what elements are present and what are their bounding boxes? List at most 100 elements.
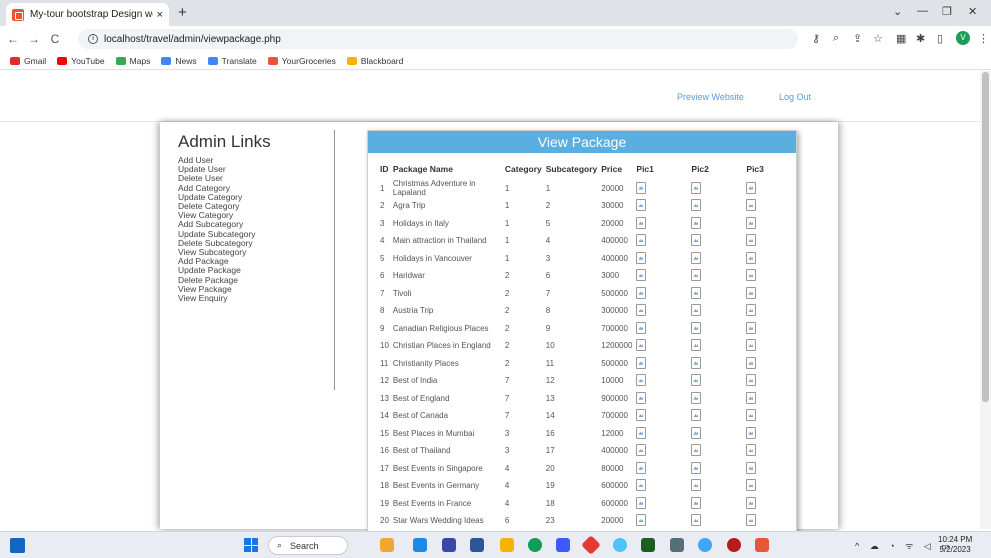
sidebar-link-view-enquiry[interactable]: View Enquiry <box>178 293 328 303</box>
cell-pic1 <box>634 442 689 460</box>
cell-pic2 <box>689 232 744 250</box>
cell-subcategory: 6 <box>545 271 551 281</box>
back-arrow-icon[interactable]: ← <box>5 32 21 46</box>
column-header-subcategory: Subcategory <box>545 164 598 174</box>
cell-price: 500000 <box>601 288 628 298</box>
bookmark-news[interactable]: News <box>161 56 197 66</box>
close-window-icon[interactable]: ✕ <box>968 5 977 18</box>
column-header-pic1: Pic1 <box>636 164 654 174</box>
bookmark-star-icon[interactable]: ☆ <box>873 32 883 45</box>
site-info-icon[interactable]: i <box>88 34 98 44</box>
menu-kebab-icon[interactable]: ⋮ <box>978 32 989 45</box>
app-icon-4[interactable] <box>613 538 627 552</box>
reload-icon[interactable]: C <box>47 32 63 46</box>
cell-pic3 <box>744 442 789 460</box>
app-icon-3[interactable] <box>442 538 456 552</box>
cell-pic2 <box>689 495 744 513</box>
broken-image-icon <box>691 269 702 282</box>
app-icon-red[interactable] <box>581 535 601 555</box>
app-icon-5[interactable] <box>641 538 655 552</box>
broken-image-icon <box>691 339 702 352</box>
bookmark-translate[interactable]: Translate <box>207 56 257 66</box>
preview-website-link[interactable]: Preview Website <box>677 92 744 102</box>
cell-pic2 <box>689 407 744 425</box>
word-icon[interactable] <box>470 538 484 552</box>
widgets-icon[interactable] <box>10 538 25 553</box>
cell-package-name: Haridwar <box>392 271 425 281</box>
forward-arrow-icon[interactable]: → <box>26 32 42 46</box>
logout-link[interactable]: Log Out <box>779 92 811 102</box>
taskbar-clock[interactable]: 10:24 PM 5/2/2023 <box>938 535 972 555</box>
windows-start-icon[interactable] <box>244 538 258 552</box>
bookmark-yourgroceries[interactable]: YourGroceries <box>267 56 336 66</box>
cell-pic3 <box>744 179 789 197</box>
cell-id: 3 <box>380 218 385 228</box>
tab-list-chevron-icon[interactable]: ⌄ <box>893 5 902 18</box>
share-icon[interactable]: ⇪ <box>853 32 862 45</box>
browser-toolbar: ← → C i localhost/travel/admin/viewpacka… <box>0 26 991 52</box>
app-icon-6[interactable] <box>670 538 684 552</box>
maps-icon <box>115 56 126 65</box>
restore-icon[interactable]: ❐ <box>942 5 952 18</box>
app-icon-1[interactable] <box>380 538 394 552</box>
minimize-icon[interactable]: — <box>917 5 928 17</box>
app-icon-2[interactable] <box>413 538 427 552</box>
cell-id: 2 <box>380 201 385 211</box>
side-panel-icon[interactable]: ▯ <box>937 32 943 45</box>
broken-image-icon <box>636 251 647 264</box>
gmail-icon <box>10 56 20 65</box>
tab-close-icon[interactable]: × <box>157 9 163 21</box>
cell-pic2 <box>689 197 744 215</box>
cell-pic3 <box>744 460 789 478</box>
broken-image-icon <box>746 391 757 404</box>
table-header-row: ID Package Name Category Subcategory Price Pi… <box>378 159 789 179</box>
store-icon[interactable] <box>556 538 570 552</box>
key-icon[interactable]: ⚷ <box>812 32 820 45</box>
cell-pic3 <box>744 285 789 303</box>
column-header-id: ID <box>380 164 389 174</box>
search-icon: ⌕ <box>277 540 283 550</box>
extension-icon[interactable]: ▦ <box>896 32 906 45</box>
cell-pic3 <box>744 250 789 268</box>
puzzle-icon[interactable]: ✱ <box>916 32 925 45</box>
new-tab-button[interactable]: + <box>178 4 187 21</box>
youtube-icon <box>57 56 68 65</box>
cell-pic1 <box>634 232 689 250</box>
broken-image-icon <box>691 304 702 317</box>
bookmark-maps[interactable]: Maps <box>115 56 150 66</box>
bookmark-blackboard[interactable]: Blackboard <box>346 56 403 66</box>
chrome-icon[interactable] <box>698 538 712 552</box>
view-package-panel: View Package ID Package Name Category Subca… <box>367 130 797 540</box>
broken-image-icon <box>746 374 757 387</box>
address-bar[interactable]: i localhost/travel/admin/viewpackage.php <box>78 29 798 49</box>
edge-icon[interactable] <box>528 538 542 552</box>
cell-category: 4 <box>504 463 510 473</box>
bookmark-gmail[interactable]: Gmail <box>10 56 46 66</box>
app-icon-7[interactable] <box>727 538 741 552</box>
table-row: 20 Star Wars Wedding Ideas 6 23 20000 <box>378 512 789 530</box>
file-explorer-icon[interactable] <box>500 538 514 552</box>
browser-tab[interactable]: My-tour bootstrap Design websi × <box>6 3 169 26</box>
cell-pic2 <box>689 302 744 320</box>
cell-pic3 <box>744 512 789 530</box>
cell-pic3 <box>744 425 789 443</box>
zoom-icon[interactable]: ⌕ <box>833 32 839 45</box>
scrollbar-thumb[interactable] <box>982 72 989 402</box>
broken-image-icon <box>746 426 757 439</box>
news-icon <box>161 56 172 65</box>
cell-pic2 <box>689 285 744 303</box>
broken-image-icon <box>636 234 647 247</box>
cell-pic1 <box>634 390 689 408</box>
cell-price: 500000 <box>601 358 628 368</box>
sidebar-divider <box>334 130 335 390</box>
panel-title: View Package <box>368 131 796 153</box>
taskbar-search[interactable]: ⌕ Search <box>268 536 348 555</box>
table-row: 16 Best of Thailand 3 17 400000 <box>378 442 789 460</box>
cell-category: 2 <box>504 271 510 281</box>
bookmark-youtube[interactable]: YouTube <box>57 56 105 66</box>
app-icon-8[interactable] <box>755 538 769 552</box>
cell-pic2 <box>689 372 744 390</box>
cell-category: 7 <box>504 393 510 403</box>
profile-avatar[interactable]: V <box>956 31 970 45</box>
broken-image-icon <box>746 444 757 457</box>
